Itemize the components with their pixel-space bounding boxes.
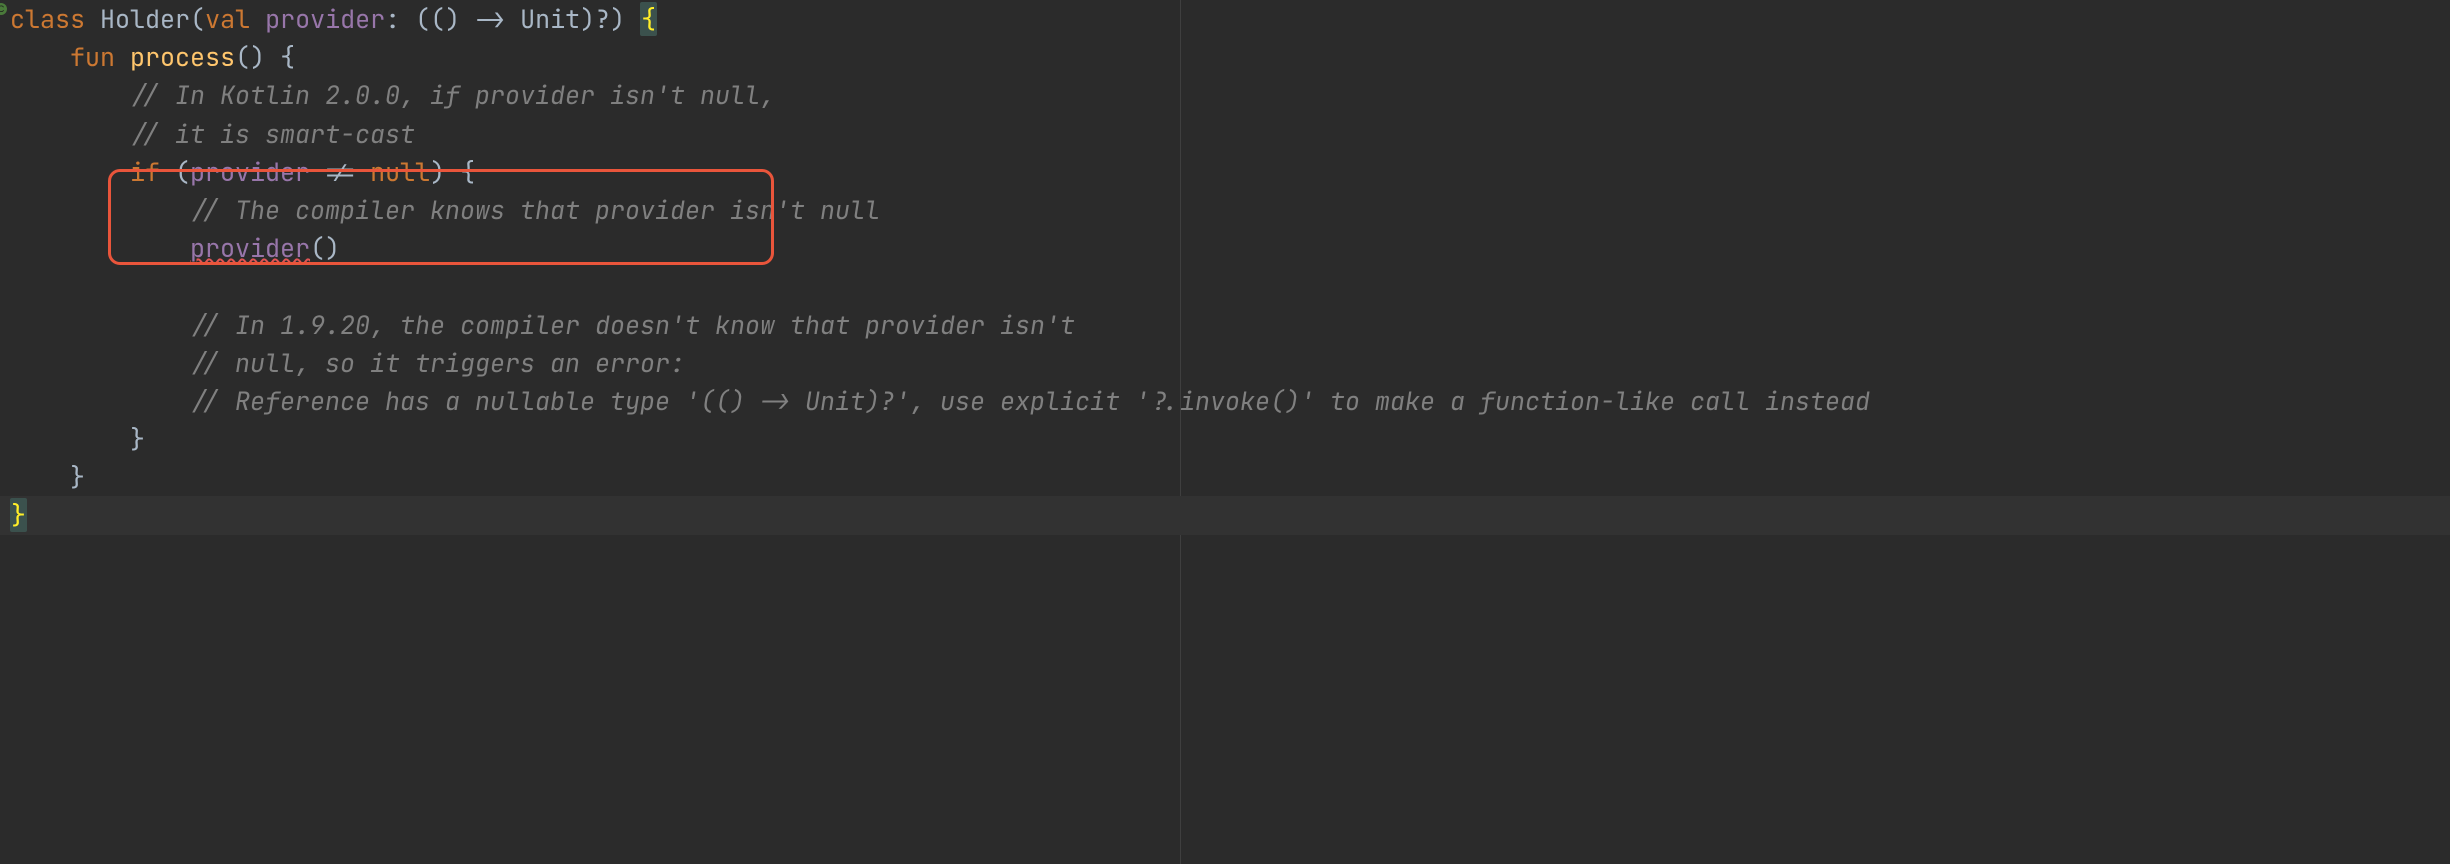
comment: // null, so it triggers an error: xyxy=(190,346,685,380)
code-line: fun process() { xyxy=(0,38,2450,76)
code-line: } xyxy=(0,458,2450,496)
function-name: process xyxy=(130,40,235,74)
code-line: // In Kotlin 2.0.0, if provider isn't nu… xyxy=(0,76,2450,114)
brace-close: } xyxy=(70,460,85,494)
code-line: // In 1.9.20, the compiler doesn't know … xyxy=(0,306,2450,344)
code-editor[interactable]: Cclass Holder(val provider: (() -> Unit)… xyxy=(0,0,2450,535)
keyword-if: if xyxy=(130,155,160,189)
code-line: provider() xyxy=(0,229,2450,267)
indent xyxy=(10,308,190,342)
property-ref: provider xyxy=(190,155,310,189)
rest: ) { xyxy=(430,155,475,189)
keyword-val: val xyxy=(205,2,250,36)
call-parens: () xyxy=(310,231,340,265)
code-line: // The compiler knows that provider isn'… xyxy=(0,191,2450,229)
code-line-current: } xyxy=(0,496,2450,534)
indent xyxy=(10,460,70,494)
class-gutter-icon: C xyxy=(0,2,8,16)
indent xyxy=(10,40,70,74)
indent xyxy=(10,193,190,227)
comment: // Reference has a nullable type '(() ->… xyxy=(190,384,1870,418)
property-call-error: provider xyxy=(190,231,310,265)
operator-neq: != xyxy=(310,155,370,189)
comment: // it is smart-cast xyxy=(130,117,415,151)
indent xyxy=(10,346,190,380)
type-annotation: : (() -> Unit)?) xyxy=(385,2,640,36)
brace-close: } xyxy=(130,422,145,456)
brace-close-match: } xyxy=(10,498,27,532)
code-line: // Reference has a nullable type '(() ->… xyxy=(0,382,2450,420)
indent xyxy=(10,155,130,189)
code-line: if (provider != null) { xyxy=(0,153,2450,191)
keyword-class: class xyxy=(10,2,85,36)
code-line: } xyxy=(0,420,2450,458)
comment: // In Kotlin 2.0.0, if provider isn't nu… xyxy=(130,78,775,112)
keyword-null: null xyxy=(370,155,430,189)
rest: () { xyxy=(235,40,295,74)
indent xyxy=(10,422,130,456)
svg-text:C: C xyxy=(0,4,5,14)
class-name: Holder xyxy=(100,2,190,36)
keyword-fun: fun xyxy=(70,40,115,74)
code-line-blank xyxy=(0,267,2450,305)
code-line: // it is smart-cast xyxy=(0,115,2450,153)
comment: // In 1.9.20, the compiler doesn't know … xyxy=(190,308,1075,342)
paren: ( xyxy=(190,2,205,36)
indent xyxy=(10,231,190,265)
indent xyxy=(10,117,130,151)
indent xyxy=(10,384,190,418)
indent xyxy=(10,78,130,112)
paren: ( xyxy=(160,155,190,189)
comment: // The compiler knows that provider isn'… xyxy=(190,193,880,227)
property-name: provider xyxy=(265,2,385,36)
brace-open-match: { xyxy=(640,2,657,36)
code-line: Cclass Holder(val provider: (() -> Unit)… xyxy=(0,0,2450,38)
code-line: // null, so it triggers an error: xyxy=(0,344,2450,382)
